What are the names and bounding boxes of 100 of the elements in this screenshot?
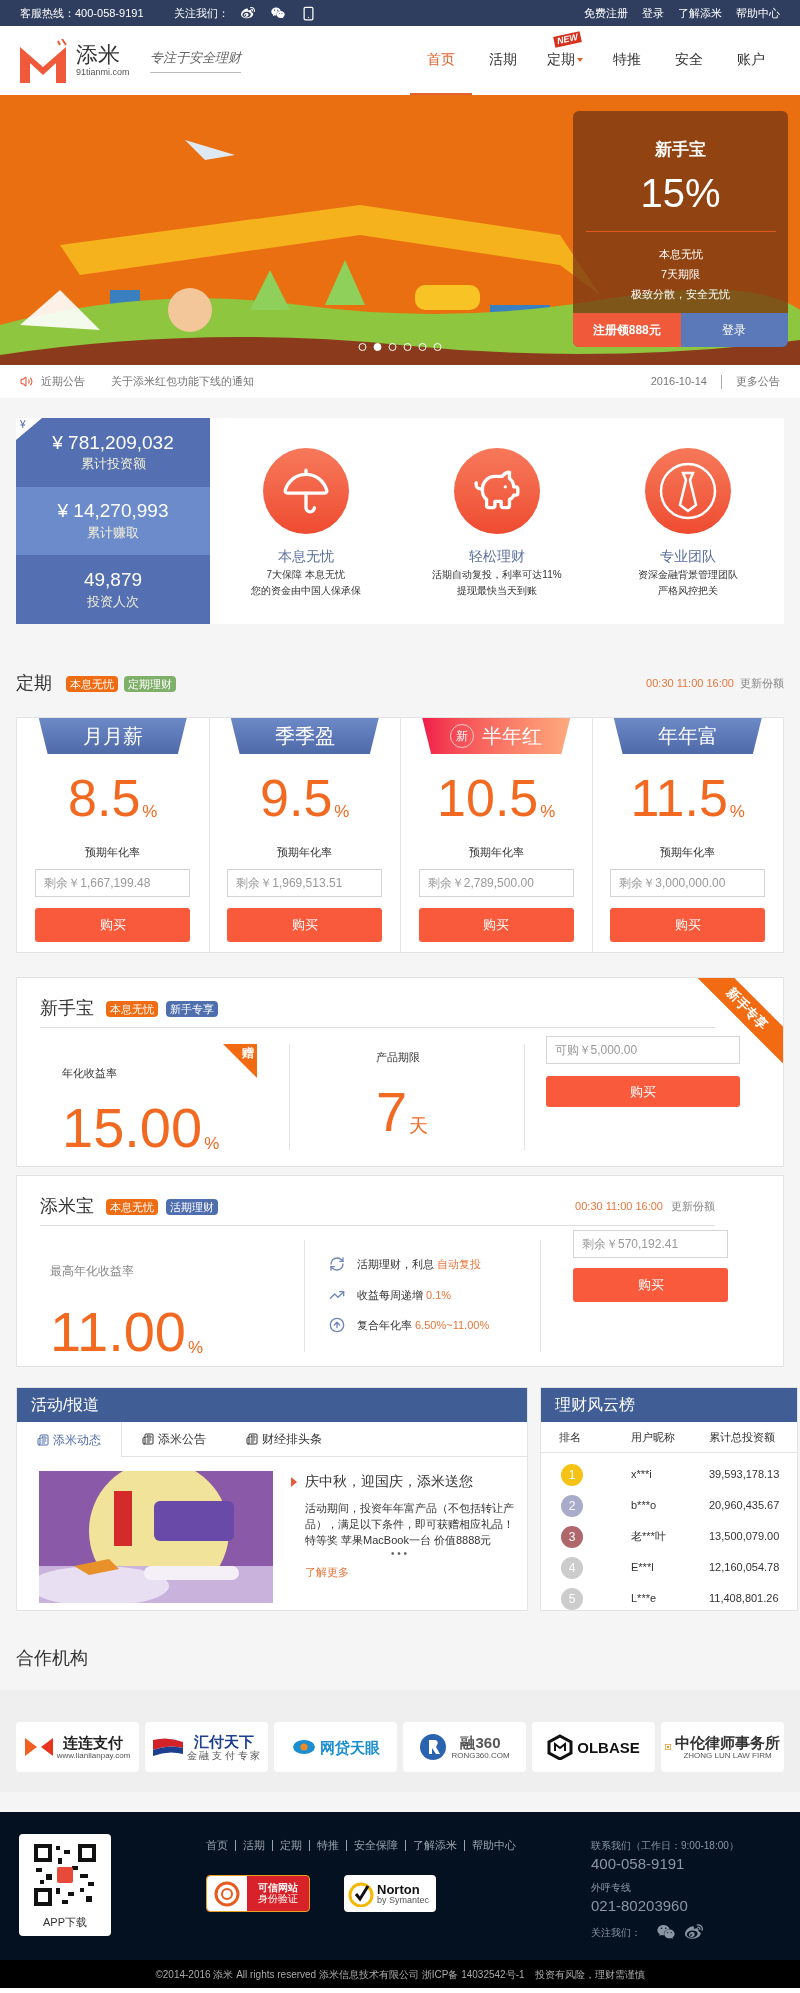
- term-value: 7: [376, 1084, 408, 1140]
- top-link[interactable]: 登录: [642, 4, 664, 22]
- news-tab[interactable]: 添米公告: [122, 1422, 226, 1456]
- nav-tab[interactable]: 账户: [720, 26, 782, 95]
- feature-text: 7大保障 本息无忧: [266, 568, 345, 582]
- badge-subtitle: 身份验证: [258, 1894, 298, 1904]
- amount-field[interactable]: 可购￥5,000.00: [545, 1036, 740, 1064]
- footer-link[interactable]: 帮助中心: [465, 1840, 523, 1851]
- footer-link[interactable]: 了解添米: [406, 1840, 465, 1851]
- top-link[interactable]: 免费注册: [584, 4, 628, 22]
- slogan: 专注于安全理财: [149, 48, 241, 73]
- speaker-icon: [20, 375, 33, 388]
- working-hours: （工作日：9:00-18:00）: [631, 1839, 739, 1853]
- stat-label: 累计投资额: [80, 455, 146, 474]
- qr-code-icon: [34, 1844, 96, 1906]
- product-name: 月月薪: [82, 724, 143, 749]
- column-header: 累计总投资额: [709, 1429, 776, 1445]
- follow-label: 关注我们：: [591, 1925, 641, 1940]
- top-link[interactable]: 了解添米: [678, 4, 722, 22]
- partner-subtitle: www.lianlianpay.com: [56, 1751, 131, 1760]
- stat-value: ¥ 14,270,993: [57, 499, 169, 524]
- nav-tab[interactable]: 安全: [658, 26, 720, 95]
- tag: 本息无忧: [66, 675, 118, 692]
- update-schedule: 00:30 11:00 16:00: [646, 676, 734, 692]
- partner-name: 融360: [460, 1734, 501, 1750]
- promo-feature: 7天期限: [660, 266, 701, 282]
- partner-logo[interactable]: 连连支付 www.lianlianpay.com: [16, 1722, 139, 1772]
- news-tab[interactable]: 财经排头条: [226, 1422, 342, 1456]
- login-button[interactable]: 登录: [680, 313, 788, 347]
- ellipsis-text: • • •: [391, 1548, 409, 1560]
- outbound-label: 外呼专线: [591, 1880, 632, 1895]
- partner-name: OLBASE: [577, 1739, 640, 1755]
- rate-label: 预期年化率: [660, 845, 716, 860]
- tag: 本息无忧: [106, 1000, 158, 1017]
- footer-link[interactable]: 首页: [206, 1840, 236, 1851]
- partner-logo[interactable]: 融360 RONG360.COM: [403, 1722, 526, 1772]
- hexagon-logo-icon: [547, 1734, 574, 1760]
- top-link[interactable]: 帮助中心: [736, 4, 780, 22]
- feature-text: 活期自动复投，利率可达11%: [432, 568, 562, 582]
- partner-logo[interactable]: 汇付天下 金 融 支 付 专 家: [145, 1722, 268, 1772]
- gift-badge: 赠: [223, 1044, 257, 1078]
- user-nickname: 老***叶: [631, 1529, 667, 1545]
- rate-unit: %: [142, 800, 158, 823]
- wechat-icon[interactable]: [270, 6, 285, 20]
- weibo-icon[interactable]: [685, 1923, 703, 1941]
- promo-feature: 本息无忧: [658, 246, 703, 262]
- user-nickname: b***o: [631, 1498, 658, 1514]
- logo-name: 添米: [76, 44, 121, 66]
- trust-badge[interactable]: Norton by Symantec: [344, 1875, 436, 1912]
- amount-field[interactable]: 剩余￥570,192.41: [573, 1230, 728, 1258]
- notice-label: 近期公告: [41, 374, 85, 390]
- hotline-text: 客服热线：400-058-9191: [20, 5, 144, 21]
- arrow-up-icon: [329, 1317, 345, 1334]
- trust-badge[interactable]: 可信网站 身份验证: [206, 1875, 310, 1912]
- rate-unit: %: [540, 800, 556, 823]
- feature-text: 严格风控把关: [658, 584, 719, 598]
- wechat-icon[interactable]: [657, 1923, 675, 1941]
- section-title: 新手宝: [40, 997, 94, 1020]
- feature-text: 活期理财，利息 自动复投: [357, 1257, 482, 1272]
- feature-text: 资深金融背景管理团队: [638, 568, 739, 582]
- rate-value: 8.5: [68, 772, 141, 824]
- promo-rate: 15%: [640, 172, 721, 213]
- newspaper-icon: [246, 1433, 258, 1445]
- update-label: 更新份额: [671, 1199, 715, 1215]
- amount-field[interactable]: 剩余￥1,969,513.51: [227, 868, 383, 897]
- article-text: 活动期间，投资年年富产品（不包括转让产品），满足以下条件，即可获赠相应礼品！特等奖 苹果MacBook一台 价值8888元: [305, 1501, 515, 1548]
- user-nickname: x***i: [631, 1467, 653, 1483]
- weibo-icon[interactable]: [240, 6, 255, 20]
- article-title[interactable]: 庆中秋，迎国庆，添米送您: [305, 1471, 473, 1492]
- feature-title: 轻松理财: [469, 547, 525, 566]
- section-title: 添米宝: [40, 1195, 94, 1218]
- partner-subtitle: 金 融 支 付 专 家: [186, 1750, 261, 1761]
- investment-amount: 39,593,178.13: [709, 1467, 780, 1483]
- rank-medal: 1: [561, 1463, 583, 1486]
- feature-title: 本息无忧: [277, 547, 334, 566]
- nav-tab[interactable]: NEW 定期: [534, 26, 596, 95]
- partner-subtitle: RONG360.COM: [451, 1751, 510, 1760]
- amount-field[interactable]: 剩余￥1,667,199.48: [35, 868, 191, 897]
- more-notices-link[interactable]: 更多公告: [736, 373, 780, 390]
- notice-link[interactable]: 关于添米红包功能下线的通知: [111, 373, 254, 390]
- partner-logo[interactable]: 中伦律师事务所 ZHONG LUN LAW FIRM: [661, 1722, 784, 1772]
- rate-value: 11.5: [630, 772, 728, 824]
- nav-tab[interactable]: 特推: [596, 26, 658, 95]
- partner-logo[interactable]: 网贷天眼: [274, 1722, 397, 1772]
- partner-logo[interactable]: OLBASE: [532, 1722, 655, 1772]
- footer-link[interactable]: 定期: [273, 1840, 310, 1851]
- amount-field[interactable]: 剩余￥2,789,500.00: [418, 868, 574, 897]
- phone-icon[interactable]: [300, 5, 316, 21]
- footer-link[interactable]: 安全保障: [347, 1840, 406, 1851]
- bullet-icon: [291, 1476, 297, 1487]
- nav-tab[interactable]: 活期: [472, 26, 534, 95]
- news-tab[interactable]: 添米动态: [17, 1422, 122, 1457]
- contact-label: 联系我们: [591, 1839, 631, 1853]
- rate-label: 预期年化率: [85, 845, 141, 860]
- badge-title: 可信网站: [258, 1883, 298, 1893]
- product-name: 年年富: [657, 724, 718, 749]
- footer-link[interactable]: 活期: [236, 1840, 273, 1851]
- notice-date: 2016-10-14: [650, 374, 707, 390]
- amount-field[interactable]: 剩余￥3,000,000.00: [610, 868, 766, 897]
- footer-link[interactable]: 特推: [310, 1840, 347, 1851]
